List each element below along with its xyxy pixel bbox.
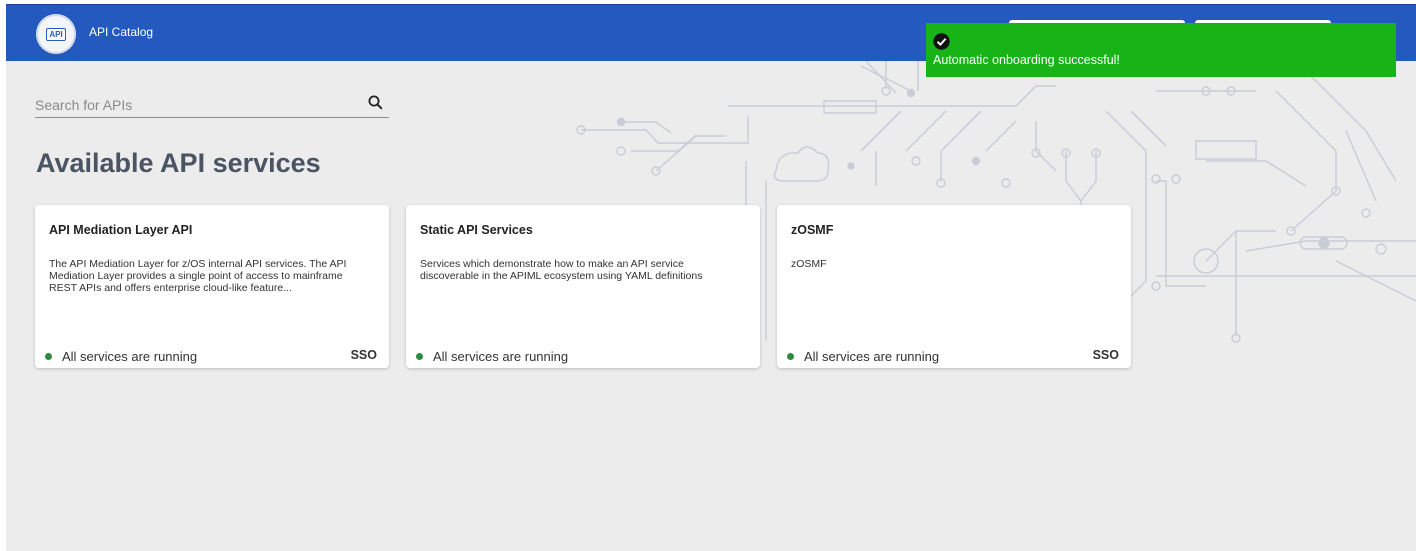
search-bar — [35, 90, 389, 118]
card-footer: All services are running SSO — [45, 348, 377, 365]
status-text: All services are running — [804, 349, 940, 364]
api-service-card[interactable]: Static API Services Services which demon… — [406, 205, 760, 368]
api-catalog-logo[interactable]: API — [36, 14, 76, 54]
search-icon[interactable] — [368, 95, 383, 110]
status-text: All services are running — [433, 349, 569, 364]
api-service-card[interactable]: zOSMF zOSMF All services are running SSO — [777, 205, 1131, 368]
api-service-card[interactable]: API Mediation Layer API The API Mediatio… — [35, 205, 389, 368]
logo-text: API — [46, 27, 66, 41]
toast-message: Automatic onboarding successful! — [933, 53, 1120, 67]
sso-badge: SSO — [350, 348, 377, 362]
status-running-icon — [45, 353, 52, 360]
card-title: zOSMF — [791, 223, 834, 237]
check-circle-icon — [933, 33, 950, 50]
app-window: API API Catalog Available API services A… — [6, 4, 1416, 551]
status-running-icon — [416, 353, 423, 360]
card-description: Services which demonstrate how to make a… — [420, 258, 703, 282]
card-title: Static API Services — [420, 223, 533, 237]
sso-badge: SSO — [1092, 348, 1119, 362]
search-input[interactable] — [35, 93, 345, 117]
card-title: API Mediation Layer API — [49, 223, 193, 237]
onboarding-toast[interactable]: Automatic onboarding successful! — [926, 23, 1396, 77]
app-title: API Catalog — [89, 25, 154, 39]
card-description: zOSMF — [791, 258, 827, 270]
page-title: Available API services — [36, 148, 321, 178]
card-description: The API Mediation Layer for z/OS interna… — [49, 258, 347, 294]
status-text: All services are running — [62, 349, 198, 364]
card-footer: All services are running — [416, 349, 748, 365]
card-footer: All services are running SSO — [787, 348, 1119, 365]
status-running-icon — [787, 353, 794, 360]
